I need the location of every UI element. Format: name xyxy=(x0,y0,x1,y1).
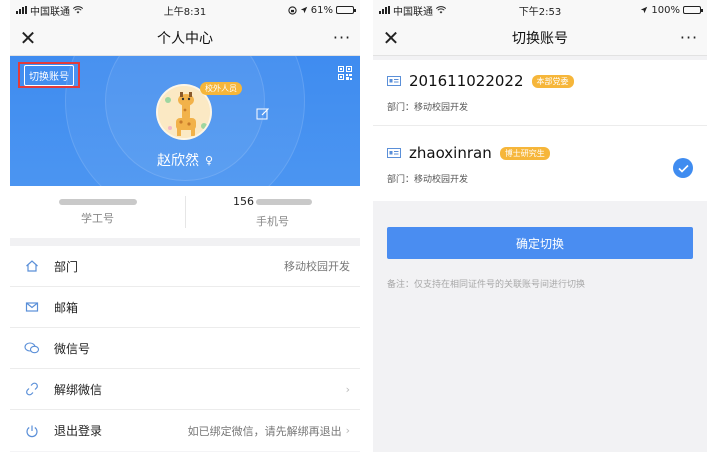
battery-icon xyxy=(683,6,703,14)
page-title: 切换账号 xyxy=(512,30,568,47)
phone-prefix: 156 xyxy=(233,195,254,208)
user-type-badge: 校外人员 xyxy=(200,82,242,95)
staff-id-cell: 学工号 xyxy=(10,186,185,238)
user-name: 赵欣然 xyxy=(156,153,199,169)
account-id: zhaoxinran xyxy=(409,144,492,162)
phone-value: 156 xyxy=(233,195,312,208)
phone-label: 手机号 xyxy=(256,215,289,228)
account-department: 部门：移动校园开发 xyxy=(387,175,469,185)
phone-cell: 156 手机号 xyxy=(185,186,360,238)
menu-value: 移动校园开发 xyxy=(284,260,350,273)
wechat-icon xyxy=(24,340,40,356)
switch-account-highlight[interactable]: 切换账号 xyxy=(18,62,80,88)
qr-code-icon[interactable] xyxy=(338,66,352,80)
id-card-icon xyxy=(387,148,401,158)
menu-item-logout[interactable]: 退出登录 如已绑定微信，请先解绑再退出 › xyxy=(10,410,360,451)
location-arrow-icon xyxy=(300,6,307,14)
gender-icon: ♀ xyxy=(204,153,214,167)
account-id: 201611022022 xyxy=(409,72,524,90)
switch-account-button[interactable]: 切换账号 xyxy=(24,64,74,86)
edit-icon[interactable] xyxy=(256,107,270,121)
staff-id-value xyxy=(58,198,137,205)
account-option[interactable]: 201611022022 本部党委 部门：移动校园开发 xyxy=(373,60,707,125)
menu-item-department[interactable]: 部门 移动校园开发 xyxy=(10,246,360,287)
account-role-tag: 博士研究生 xyxy=(499,146,550,160)
close-button[interactable]: ✕ xyxy=(10,20,46,56)
menu-item-unbind-wechat[interactable]: 解绑微信 › xyxy=(10,369,360,410)
location-arrow-icon xyxy=(641,6,648,14)
id-phone-row: 学工号 156 手机号 xyxy=(10,186,360,246)
power-icon xyxy=(24,423,40,439)
nav-bar: ✕ 切换账号 ··· xyxy=(373,20,707,56)
redacted-value xyxy=(58,198,137,205)
menu-item-wechat[interactable]: 微信号 xyxy=(10,328,360,369)
home-icon xyxy=(24,258,40,274)
unlink-icon xyxy=(24,381,40,397)
confirm-switch-button[interactable]: 确定切换 xyxy=(387,227,693,259)
chevron-right-icon: › xyxy=(345,382,350,396)
account-department: 部门：移动校园开发 xyxy=(387,103,469,113)
nav-bar: ✕ 个人中心 ··· xyxy=(10,20,360,56)
redacted-value xyxy=(256,198,312,205)
menu-item-email[interactable]: 邮箱 xyxy=(10,287,360,328)
id-card-icon xyxy=(387,76,401,86)
status-bar: 中国联通 下午2:53 100% xyxy=(373,0,707,20)
more-button[interactable]: ··· xyxy=(324,20,360,56)
profile-menu: 部门 移动校园开发 邮箱 微信号 解绑微信 › 退出登录 如已绑定微信，请先解绑… xyxy=(10,246,360,451)
more-button[interactable]: ··· xyxy=(671,20,707,56)
menu-label: 退出登录 xyxy=(54,424,103,438)
menu-label: 解绑微信 xyxy=(54,382,103,397)
close-button[interactable]: ✕ xyxy=(373,20,409,56)
status-bar: 中国联通 上午8:31 61% xyxy=(10,0,360,20)
selected-check-icon xyxy=(673,158,693,178)
switch-account-screen: 中国联通 下午2:53 100% ✕ 切换账号 ··· 201611022022… xyxy=(373,0,707,452)
menu-label: 部门 xyxy=(54,259,79,274)
chevron-right-icon: › xyxy=(345,424,350,437)
page-title: 个人中心 xyxy=(157,30,213,47)
battery-icon xyxy=(336,6,356,14)
menu-label: 邮箱 xyxy=(54,300,79,315)
staff-id-label: 学工号 xyxy=(81,211,114,225)
profile-header: 切换账号 校外人员 赵欣然 ♀ xyxy=(10,56,360,186)
battery-percent: 61% xyxy=(310,4,333,16)
switch-note: 备注：仅支持在相同证件号的关联账号间进行切换 xyxy=(387,280,586,290)
menu-label: 微信号 xyxy=(54,341,91,356)
profile-center-screen: 中国联通 上午8:31 61% ✕ 个人中心 ··· 切换账号 校外人员 赵欣然… xyxy=(10,0,360,452)
user-name-row: 赵欣然 ♀ xyxy=(10,150,360,170)
lock-rotation-icon xyxy=(288,5,297,15)
account-role-tag: 本部党委 xyxy=(531,74,574,88)
account-option-selected[interactable]: zhaoxinran 博士研究生 部门：移动校园开发 xyxy=(373,125,707,201)
mail-icon xyxy=(24,299,40,315)
menu-value: 如已绑定微信，请先解绑再退出 xyxy=(187,424,342,438)
battery-percent: 100% xyxy=(651,4,680,16)
